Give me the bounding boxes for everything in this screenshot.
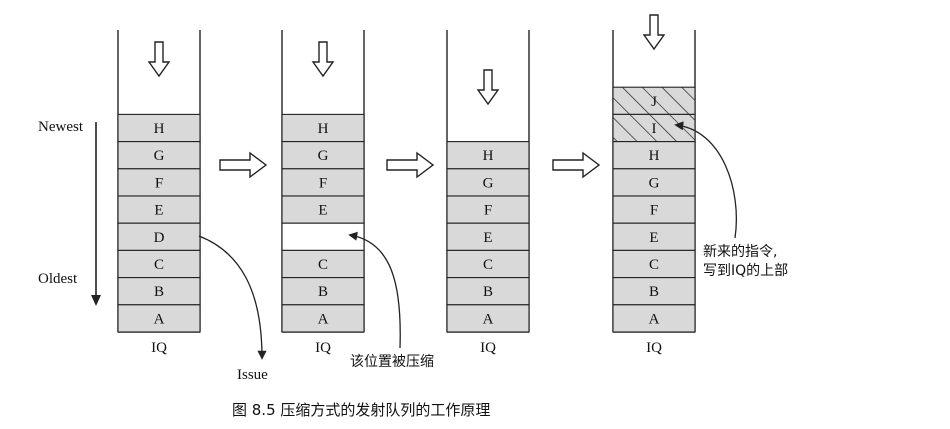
- queue-slot-label: F: [484, 203, 492, 219]
- issue-queue-1: HGFEDCBA IQ: [117, 30, 201, 356]
- queue-slot-label: B: [483, 284, 493, 300]
- queue-slot-label: E: [318, 203, 327, 219]
- queue-slot-label: A: [318, 311, 329, 327]
- queue-slot-label: G: [649, 175, 660, 191]
- queue-slot-label: C: [649, 257, 659, 273]
- queue-slot-label: C: [483, 257, 493, 273]
- queue-slot-label: B: [318, 284, 328, 300]
- queue-slot-label: B: [649, 284, 659, 300]
- queue-slot-label: H: [649, 148, 660, 164]
- queue-label: IQ: [315, 340, 331, 356]
- age-axis-arrowhead: [91, 295, 101, 306]
- queue-slot-label: B: [154, 284, 164, 300]
- queue-slot-label: I: [652, 121, 657, 137]
- figure-caption: 图 8.5 压缩方式的发射队列的工作原理: [232, 401, 490, 419]
- queue-label: IQ: [480, 340, 496, 356]
- newest-label: Newest: [38, 119, 84, 135]
- oldest-label: Oldest: [38, 271, 78, 287]
- queue-slot-label: J: [651, 94, 657, 110]
- queue-slot-label: D: [154, 230, 165, 246]
- queue-slot-label: A: [483, 311, 494, 327]
- incoming-down-arrow: [642, 14, 666, 51]
- issue-queue-2: HGFE CBA IQ: [281, 30, 365, 356]
- new-instruction-label-line2: 写到IQ的上部: [703, 263, 788, 279]
- queue-slot-label: E: [649, 230, 658, 246]
- queue-slot-label: C: [154, 257, 164, 273]
- transition-right-arrow: [552, 151, 601, 179]
- queue-slot-label: H: [483, 148, 494, 164]
- transition-arrows: [219, 151, 601, 179]
- incoming-down-arrow: [476, 69, 500, 106]
- issue-queue-diagram: Newest Oldest HGFEDCBAIQ HGFECBAIQ HGFEC…: [38, 14, 788, 419]
- incoming-arrows: [147, 14, 666, 106]
- issue-arrow-curve: [198, 235, 267, 360]
- queue-slot-label: H: [318, 121, 329, 137]
- queue-label: IQ: [646, 340, 662, 356]
- queue-slot-label: E: [154, 203, 163, 219]
- transition-right-arrow: [219, 151, 268, 179]
- new-instruction-label-line1: 新来的指令,: [703, 244, 777, 260]
- queue-slot-label: F: [650, 203, 658, 219]
- queue-slot-label: G: [318, 148, 329, 164]
- queue-slot-label: E: [483, 230, 492, 246]
- transition-right-arrow: [386, 151, 435, 179]
- issue-label: Issue: [237, 367, 268, 383]
- compressed-note-label: 该位置被压缩: [350, 354, 434, 370]
- queue-slot-label: G: [154, 148, 165, 164]
- queue-label: IQ: [151, 340, 167, 356]
- queue-slot-label: C: [318, 257, 328, 273]
- incoming-down-arrow: [311, 41, 335, 78]
- queue-slot-label: H: [154, 121, 165, 137]
- queue-slot-label: F: [319, 175, 327, 191]
- incoming-down-arrow: [147, 41, 171, 78]
- queue-slot-label: A: [154, 311, 165, 327]
- queue-slot-label: F: [155, 175, 163, 191]
- queue-slot-label: G: [483, 175, 494, 191]
- queue-slot-label: A: [649, 311, 660, 327]
- issue-queue-4: JIHGFECBA IQ: [612, 30, 696, 356]
- queue-slot-empty: [281, 222, 365, 251]
